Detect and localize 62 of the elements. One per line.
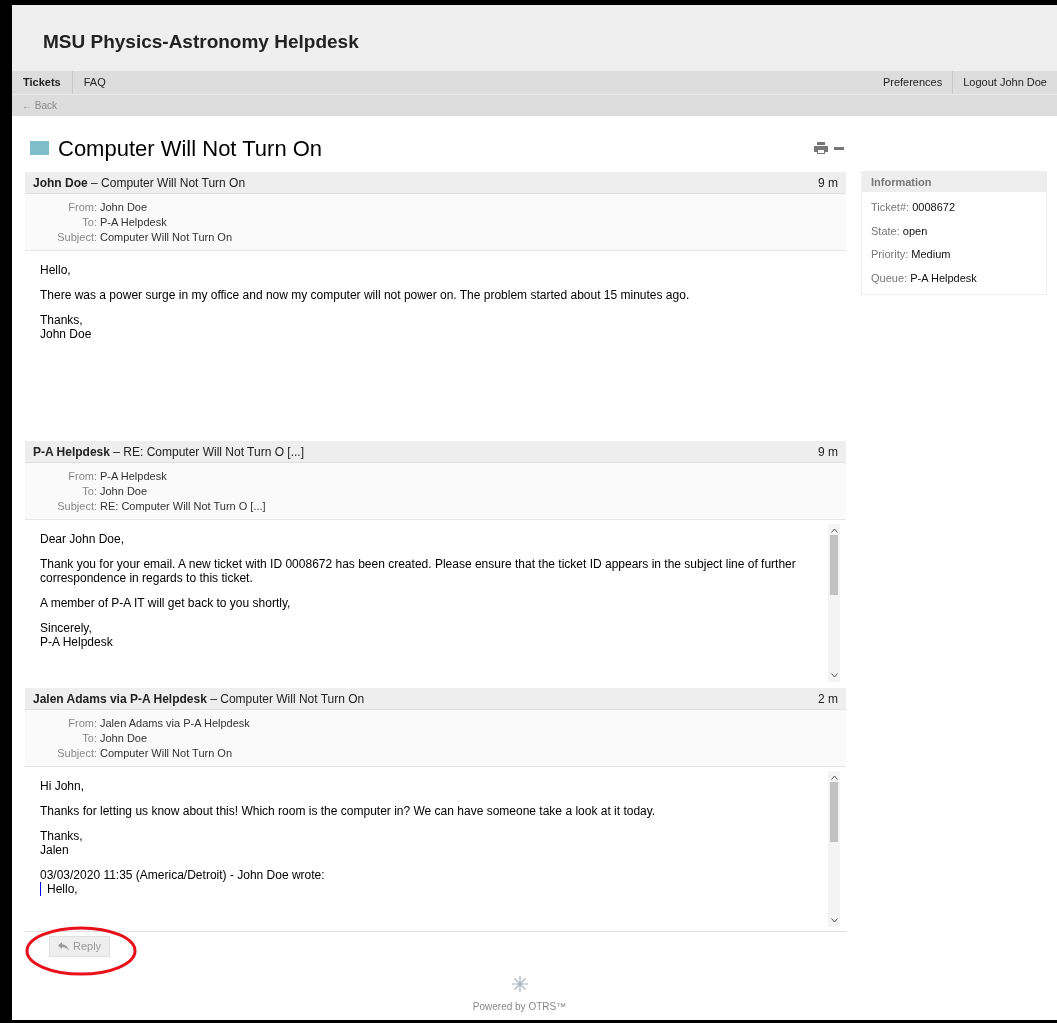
article-title: P-A Helpdesk – RE: Computer Will Not Turn O [...]	[33, 443, 304, 461]
article-age: 2 m	[818, 690, 838, 708]
meta-value: Computer Will Not Turn On	[100, 746, 233, 760]
info-panel-header: Information	[862, 172, 1046, 192]
meta-value: RE: Computer Will Not Turn O [...]	[100, 499, 266, 513]
meta-label: Subject:	[56, 746, 98, 760]
article-header[interactable]: P-A Helpdesk – RE: Computer Will Not Turn O [...] 9 m	[25, 441, 846, 463]
nav-tab[interactable]: FAQ	[72, 71, 117, 94]
info-row-text: Priority: Medium	[871, 247, 952, 262]
message-paragraph: Hi John,	[40, 779, 86, 793]
scrollbar[interactable]	[828, 524, 840, 682]
meta-value: P-A Helpdesk	[100, 469, 167, 483]
reply-arrow-icon	[58, 942, 69, 951]
otrs-logo-icon	[510, 975, 529, 993]
meta-value: John Doe	[100, 200, 148, 214]
article-age: 9 m	[818, 443, 838, 461]
message-paragraph: Thank you for your email. A new ticket with ID 0008672 has been created. Please ensure that the ticket ID appears in the subject line of further correspondence in regards to this ticket.	[40, 557, 797, 585]
meta-value: John Doe	[100, 731, 148, 745]
quoted-text: Hello,	[40, 882, 813, 896]
meta-label: To:	[81, 215, 98, 229]
message-paragraph: Thanks, John Doe	[40, 313, 93, 341]
meta-value: John Doe	[100, 484, 148, 498]
message-paragraph: Thanks, Jalen	[40, 829, 84, 857]
scrollbar[interactable]	[828, 771, 840, 927]
message-paragraph: Sincerely, P-A Helpdesk	[40, 621, 114, 649]
info-row-text: State: open	[871, 223, 929, 239]
message-paragraph: Thanks for letting us know about this! Which room is the computer in? We can have someone take a look at it today.	[40, 804, 657, 818]
scroll-up-icon[interactable]	[830, 528, 838, 533]
meta-value: P-A Helpdesk	[100, 215, 167, 229]
info-row-text: Queue: P-A Helpdesk	[871, 270, 978, 286]
meta-label: Subject:	[56, 230, 98, 244]
article-header[interactable]: John Doe – Computer Will Not Turn On 9 m	[25, 172, 846, 194]
scroll-down-icon[interactable]	[830, 673, 838, 678]
message-paragraph: Hello,	[40, 263, 72, 277]
scroll-up-icon[interactable]	[830, 775, 838, 780]
meta-label: To:	[81, 731, 98, 745]
article-title: John Doe – Computer Will Not Turn On	[33, 174, 246, 192]
nav-link[interactable]: Preferences	[872, 71, 953, 94]
ticket-color-icon	[30, 141, 49, 155]
meta-label: From:	[67, 716, 98, 730]
scroll-thumb[interactable]	[830, 535, 838, 595]
meta-label: From:	[67, 469, 98, 483]
site-title: MSU Physics-Astronomy Helpdesk	[43, 29, 359, 54]
scroll-down-icon[interactable]	[830, 918, 838, 923]
collapse-icon[interactable]	[834, 146, 844, 150]
info-row-text: Ticket#: 0008672	[871, 200, 956, 215]
ticket-title: Computer Will Not Turn On	[58, 134, 323, 163]
meta-label: Subject:	[56, 499, 98, 513]
scroll-thumb[interactable]	[830, 782, 838, 842]
article-title: Jalen Adams via P-A Helpdesk – Computer Will Not Turn On	[33, 690, 365, 708]
meta-label: To:	[81, 484, 98, 498]
article-age: 9 m	[818, 174, 838, 192]
message-paragraph: A member of P-A IT will get back to you shortly,	[40, 596, 292, 610]
message-paragraph: 03/03/2020 11:35 (America/Detroit) - John Doe wrote:	[40, 868, 326, 882]
article-header[interactable]: Jalen Adams via P-A Helpdesk – Computer Will Not Turn On 2 m	[25, 688, 846, 710]
message-paragraph: Dear John Doe,	[40, 532, 126, 546]
meta-value: Computer Will Not Turn On	[100, 230, 233, 244]
printer-icon[interactable]	[814, 142, 828, 154]
footer-text: Powered by OTRS™	[472, 1000, 567, 1014]
meta-label: From:	[67, 200, 98, 214]
message-paragraph: There was a power surge in my office and now my computer will not power on. The problem started about 15 minutes ago.	[40, 288, 691, 302]
meta-value: Jalen Adams via P-A Helpdesk	[100, 716, 250, 730]
